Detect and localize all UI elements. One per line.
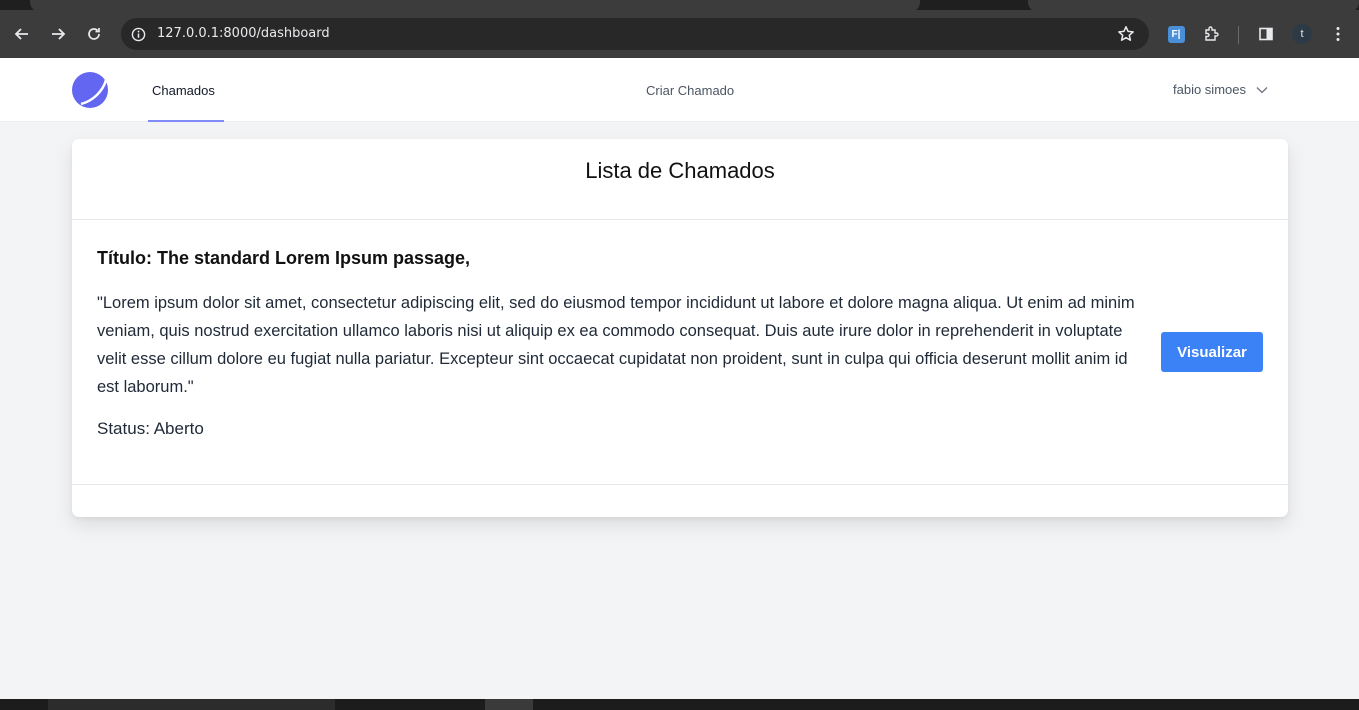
puzzle-icon (1205, 26, 1219, 41)
reload-button[interactable] (82, 22, 106, 46)
reload-icon (88, 28, 100, 40)
side-panel-button[interactable] (1254, 22, 1278, 46)
extension-badge: F| (1167, 25, 1185, 43)
toolbar-divider (1238, 26, 1239, 44)
ticket-title: Título: The standard Lorem Ipsum passage… (97, 248, 471, 268)
extensions-button[interactable] (1200, 22, 1224, 46)
extension-icon[interactable]: F| (1164, 22, 1188, 46)
site-info-icon[interactable] (131, 27, 146, 47)
user-menu[interactable]: fabio simoes (1173, 82, 1268, 97)
chevron-down-icon (1256, 86, 1268, 93)
os-taskbar (0, 699, 1359, 710)
menu-dots-icon (1336, 27, 1340, 41)
forward-icon (52, 28, 66, 40)
divider (72, 219, 1288, 220)
divider (72, 484, 1288, 485)
ticket-list-card: Lista de Chamados Título: The standard L… (72, 139, 1288, 517)
app-navbar: Chamados Criar Chamado fabio simoes (0, 58, 1359, 122)
ticket-description: "Lorem ipsum dolor sit amet, consectetur… (97, 294, 1135, 396)
profile-avatar[interactable]: t (1292, 24, 1312, 44)
nav-link-chamados[interactable]: Chamados (152, 83, 215, 98)
ticket-status: Status: Aberto (97, 419, 204, 438)
page-title: Lista de Chamados (585, 158, 775, 183)
taskbar-search[interactable] (48, 699, 335, 710)
browser-menu-button[interactable] (1326, 22, 1350, 46)
back-button[interactable] (10, 22, 34, 46)
view-ticket-button[interactable]: Visualizar (1161, 332, 1263, 372)
browser-toolbar: 127.0.0.1:8000/dashboard F| t (0, 10, 1359, 58)
forward-button[interactable] (46, 22, 70, 46)
taskbar-active-app[interactable] (485, 699, 533, 710)
app-logo[interactable] (71, 71, 109, 109)
user-name: fabio simoes (1173, 82, 1246, 97)
nav-link-criar-chamado[interactable]: Criar Chamado (646, 83, 734, 98)
address-bar[interactable]: 127.0.0.1:8000/dashboard (121, 18, 1149, 50)
sidepanel-icon (1259, 27, 1273, 41)
nav-active-indicator (148, 120, 224, 122)
address-url[interactable]: 127.0.0.1:8000/dashboard (157, 26, 330, 41)
bookmark-star-icon[interactable] (1117, 25, 1135, 48)
back-icon (14, 28, 28, 40)
